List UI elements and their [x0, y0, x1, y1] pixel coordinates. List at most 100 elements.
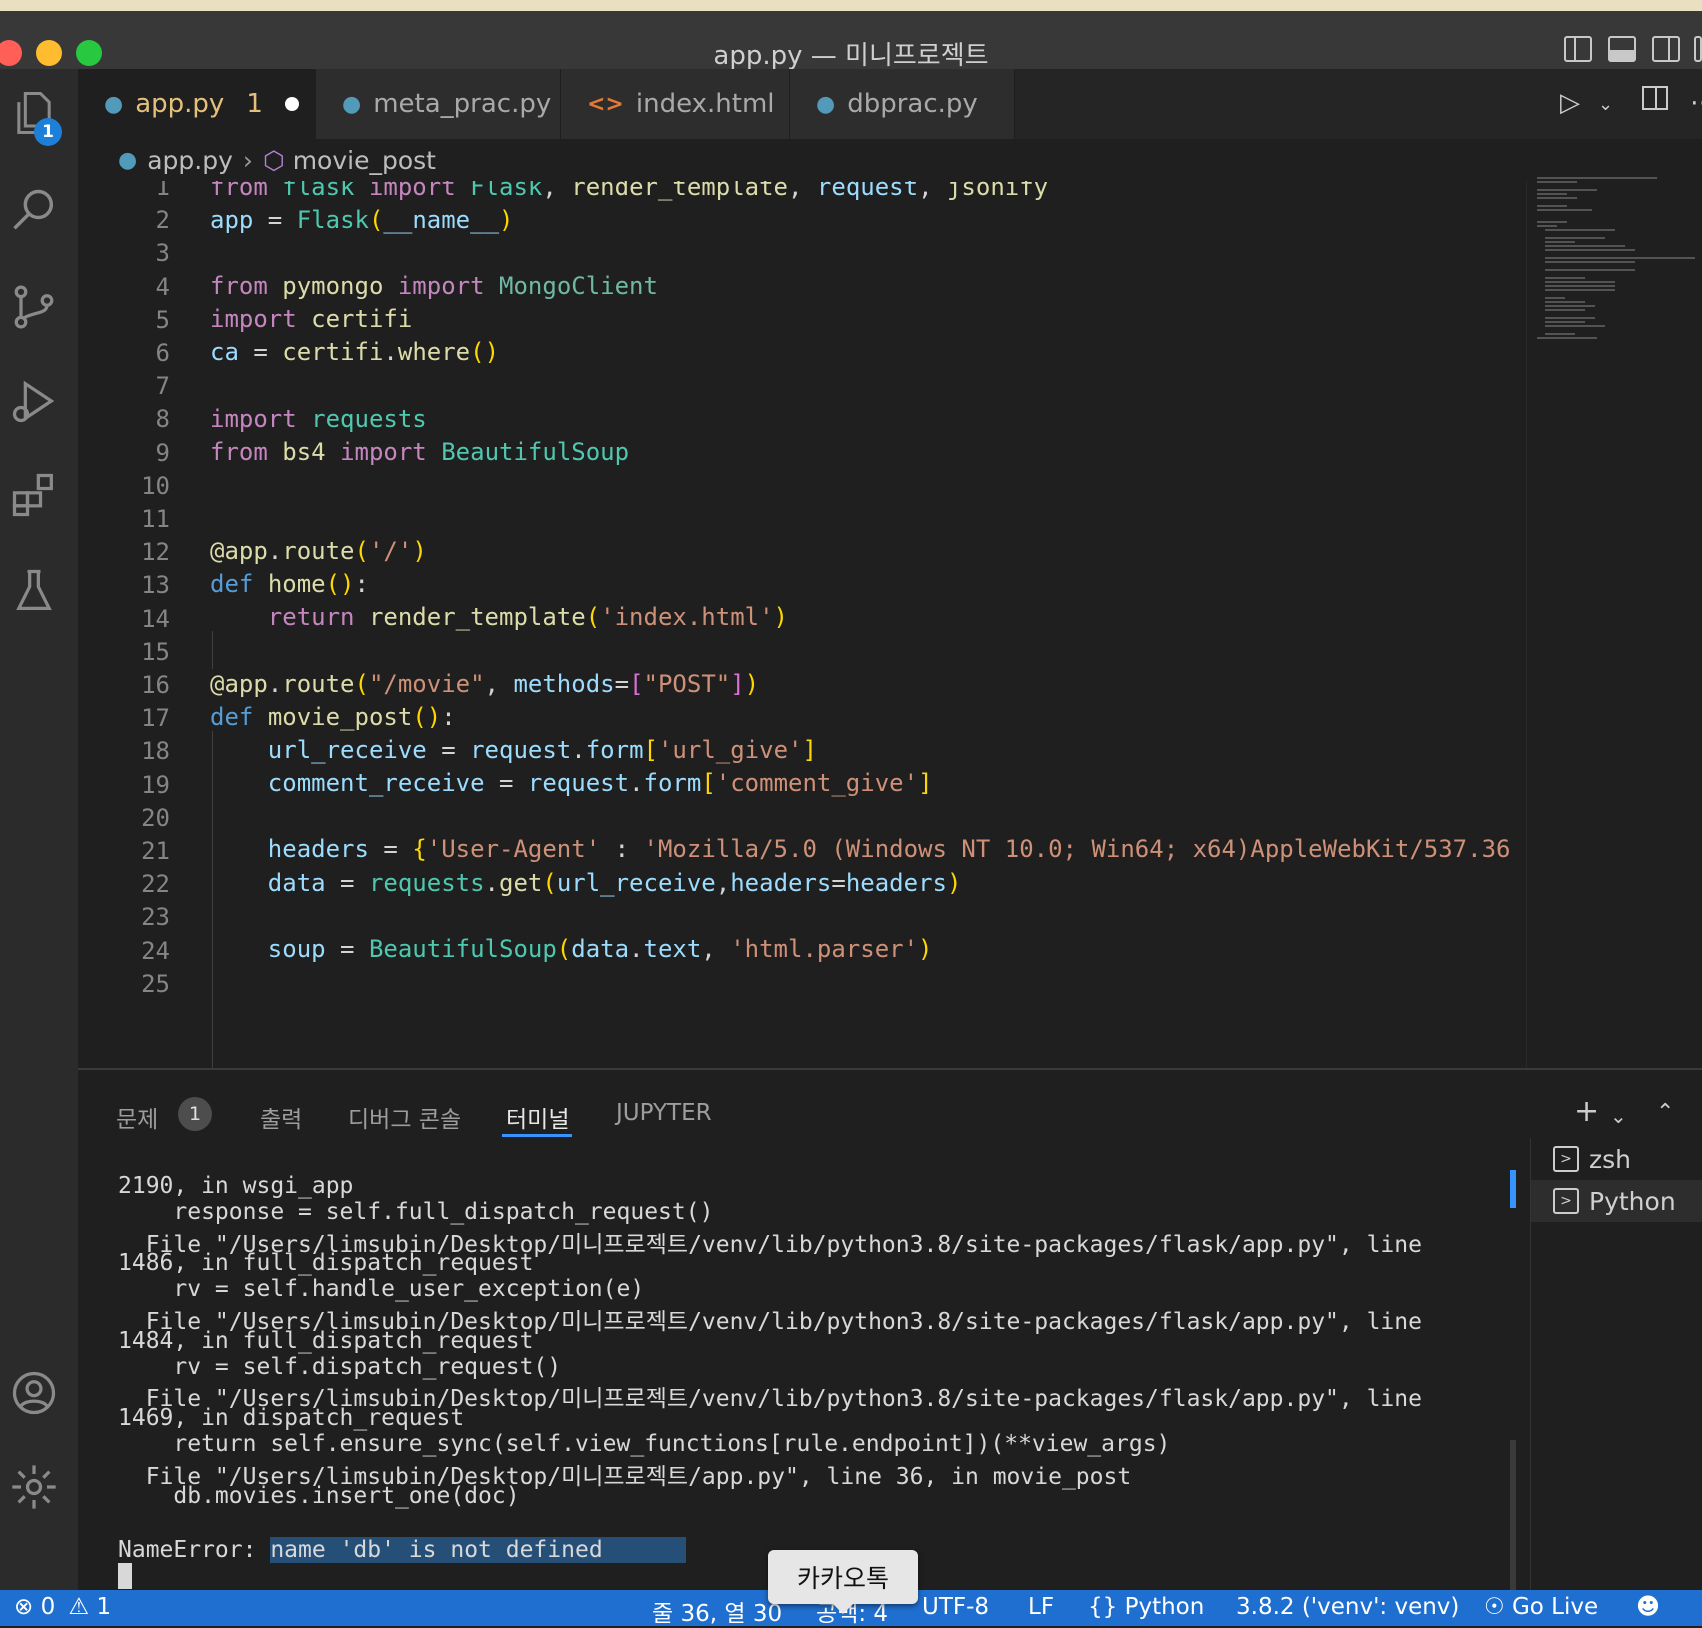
extensions-icon[interactable] — [4, 465, 64, 525]
line-number: 22 — [141, 870, 170, 899]
problems-status[interactable]: ⊗ 0 ⚠ 1 — [14, 1594, 111, 1620]
tab-jupyter[interactable]: JUPYTER — [616, 1100, 712, 1126]
go-live-button[interactable]: ☉ Go Live — [1484, 1594, 1598, 1620]
tab-terminal[interactable]: 터미널 — [506, 1100, 569, 1134]
more-actions-icon[interactable]: ⋯ — [1690, 88, 1702, 118]
activity-bar — [0, 69, 78, 1590]
tab-app-py[interactable]: ● app.py 1 — [78, 69, 316, 139]
line-number: 7 — [155, 372, 170, 401]
feedback-icon[interactable]: ☻ — [1636, 1594, 1660, 1620]
toggle-sidebar-icon[interactable] — [1564, 36, 1592, 62]
line-number: 17 — [141, 704, 170, 733]
code-line-16: @app.route("/movie", methods=["POST"]) — [210, 670, 760, 698]
minimap-line — [1545, 333, 1575, 335]
terminal-scrollbar[interactable] — [1510, 1440, 1516, 1590]
toggle-panel-icon[interactable] — [1608, 36, 1636, 62]
tab-meta-prac-py[interactable]: ● meta_prac.py — [316, 69, 561, 139]
terminal-line: 1486, in full_dispatch_request — [118, 1250, 534, 1277]
minimap-line — [1545, 257, 1695, 259]
line-number: 14 — [141, 604, 170, 633]
code-line-13: def home(): — [210, 570, 369, 598]
source-control-icon[interactable] — [4, 277, 64, 337]
html-file-icon: <> — [587, 91, 624, 117]
accounts-icon[interactable] — [4, 1363, 64, 1423]
code-line-1: from flask import Flask, render_template… — [210, 181, 1049, 201]
search-icon[interactable] — [4, 181, 64, 241]
line-number: 1 — [155, 181, 170, 201]
code-line-12: @app.route('/') — [210, 537, 427, 565]
minimap-line — [1545, 281, 1615, 283]
tab-dbprac-py[interactable]: ● dbprac.py — [790, 69, 1015, 139]
run-file-icon[interactable]: ▷ — [1560, 88, 1580, 118]
go-live-label: Go Live — [1511, 1594, 1599, 1620]
python-file-icon: ● — [104, 91, 124, 117]
minimap-line — [1545, 325, 1605, 327]
tab-debug-console[interactable]: 디버그 콘솔 — [348, 1100, 461, 1134]
python-file-icon: ● — [816, 91, 836, 117]
minimap-line — [1545, 285, 1615, 287]
python-file-icon: ● — [118, 147, 138, 173]
terminal-output[interactable]: 2190, in wsgi_app response = self.full_d… — [78, 1165, 1508, 1592]
manage-gear-icon[interactable] — [4, 1457, 64, 1517]
code-line-9: from bs4 import BeautifulSoup — [210, 438, 630, 466]
tab-problems[interactable]: 문제 — [116, 1100, 158, 1134]
line-number: 24 — [141, 936, 170, 965]
braces-icon: {} — [1088, 1594, 1118, 1620]
cursor-position[interactable]: 줄 36, 열 30 — [652, 1594, 782, 1628]
run-dropdown-chevron-icon[interactable]: ⌄ — [1598, 94, 1613, 115]
error-circle-icon: ⊗ — [14, 1594, 34, 1620]
split-editor-icon[interactable] — [1642, 86, 1668, 110]
testing-icon[interactable] — [4, 561, 64, 621]
terminal-icon: > — [1553, 1146, 1579, 1172]
python-file-icon: ● — [342, 91, 362, 117]
new-terminal-plus-icon[interactable]: + — [1574, 1094, 1599, 1129]
end-of-line[interactable]: LF — [1028, 1594, 1054, 1620]
minimap-line — [1545, 237, 1605, 239]
terminal-icon: > — [1553, 1188, 1579, 1214]
maximize-panel-chevron-up-icon[interactable]: ⌃ — [1656, 1100, 1674, 1125]
customize-layout-icon[interactable] — [1694, 36, 1702, 62]
code-line-18: url_receive = request.form['url_give'] — [267, 736, 817, 764]
terminal-error-line: NameError: name 'db' is not defined — [118, 1537, 686, 1563]
code-editor[interactable]: 1 2 3 4 5 6 7 8 9 10 11 12 13 14 15 16 17 18 19 20 21 22 23 24 2… — [78, 181, 1526, 1068]
encoding[interactable]: UTF-8 — [922, 1594, 989, 1620]
dock-tooltip: 카카오톡 — [768, 1550, 918, 1614]
line-number: 21 — [141, 837, 170, 865]
minimap-line — [1545, 245, 1625, 247]
minimap-line — [1545, 309, 1585, 311]
line-number: 4 — [155, 272, 170, 301]
line-number: 18 — [141, 737, 170, 766]
minimap-line — [1545, 269, 1635, 271]
tab-output[interactable]: 출력 — [260, 1100, 302, 1134]
terminal-item-zsh[interactable]: > zsh — [1531, 1138, 1702, 1180]
terminal-line: rv = self.dispatch_request() — [118, 1353, 562, 1380]
error-message-selected: name 'db' is not defined — [270, 1537, 603, 1563]
terminal-item-python[interactable]: > Python — [1531, 1180, 1702, 1222]
line-number: 12 — [141, 538, 170, 567]
terminal-line: rv = self.handle_user_exception(e) — [118, 1276, 645, 1303]
toggle-secondary-sidebar-icon[interactable] — [1652, 36, 1680, 62]
terminal-dropdown-chevron-icon[interactable]: ⌄ — [1610, 1104, 1627, 1128]
warning-icon: ⚠ — [68, 1594, 90, 1620]
breadcrumb-symbol[interactable]: movie_post — [293, 146, 436, 175]
tab-index-html[interactable]: <> index.html — [561, 69, 790, 139]
unsaved-dot-icon[interactable] — [284, 97, 299, 111]
minimap-line — [1537, 225, 1557, 227]
breadcrumb-file[interactable]: app.py — [147, 146, 233, 175]
code-line-8: import requests — [210, 405, 427, 433]
terminal-scroll-marker — [1510, 1170, 1516, 1208]
code-line-14: return render_template('index.html') — [267, 603, 788, 631]
terminal-line: 1484, in full_dispatch_request — [118, 1327, 534, 1354]
minimap[interactable] — [1526, 177, 1702, 1068]
explorer-badge: 1 — [34, 118, 62, 146]
run-debug-icon[interactable] — [4, 371, 64, 431]
code-line-4: from pymongo import MongoClient — [210, 272, 658, 300]
language-mode[interactable]: {} Python — [1088, 1594, 1204, 1620]
line-number: 8 — [155, 405, 170, 434]
active-tab-indicator — [502, 1134, 572, 1137]
python-interpreter[interactable]: 3.8.2 ('venv': venv) — [1236, 1594, 1459, 1620]
line-number: 25 — [141, 969, 170, 998]
tab-label: app.py — [135, 89, 225, 119]
minimap-line — [1545, 321, 1585, 323]
minimap-line — [1537, 205, 1567, 207]
